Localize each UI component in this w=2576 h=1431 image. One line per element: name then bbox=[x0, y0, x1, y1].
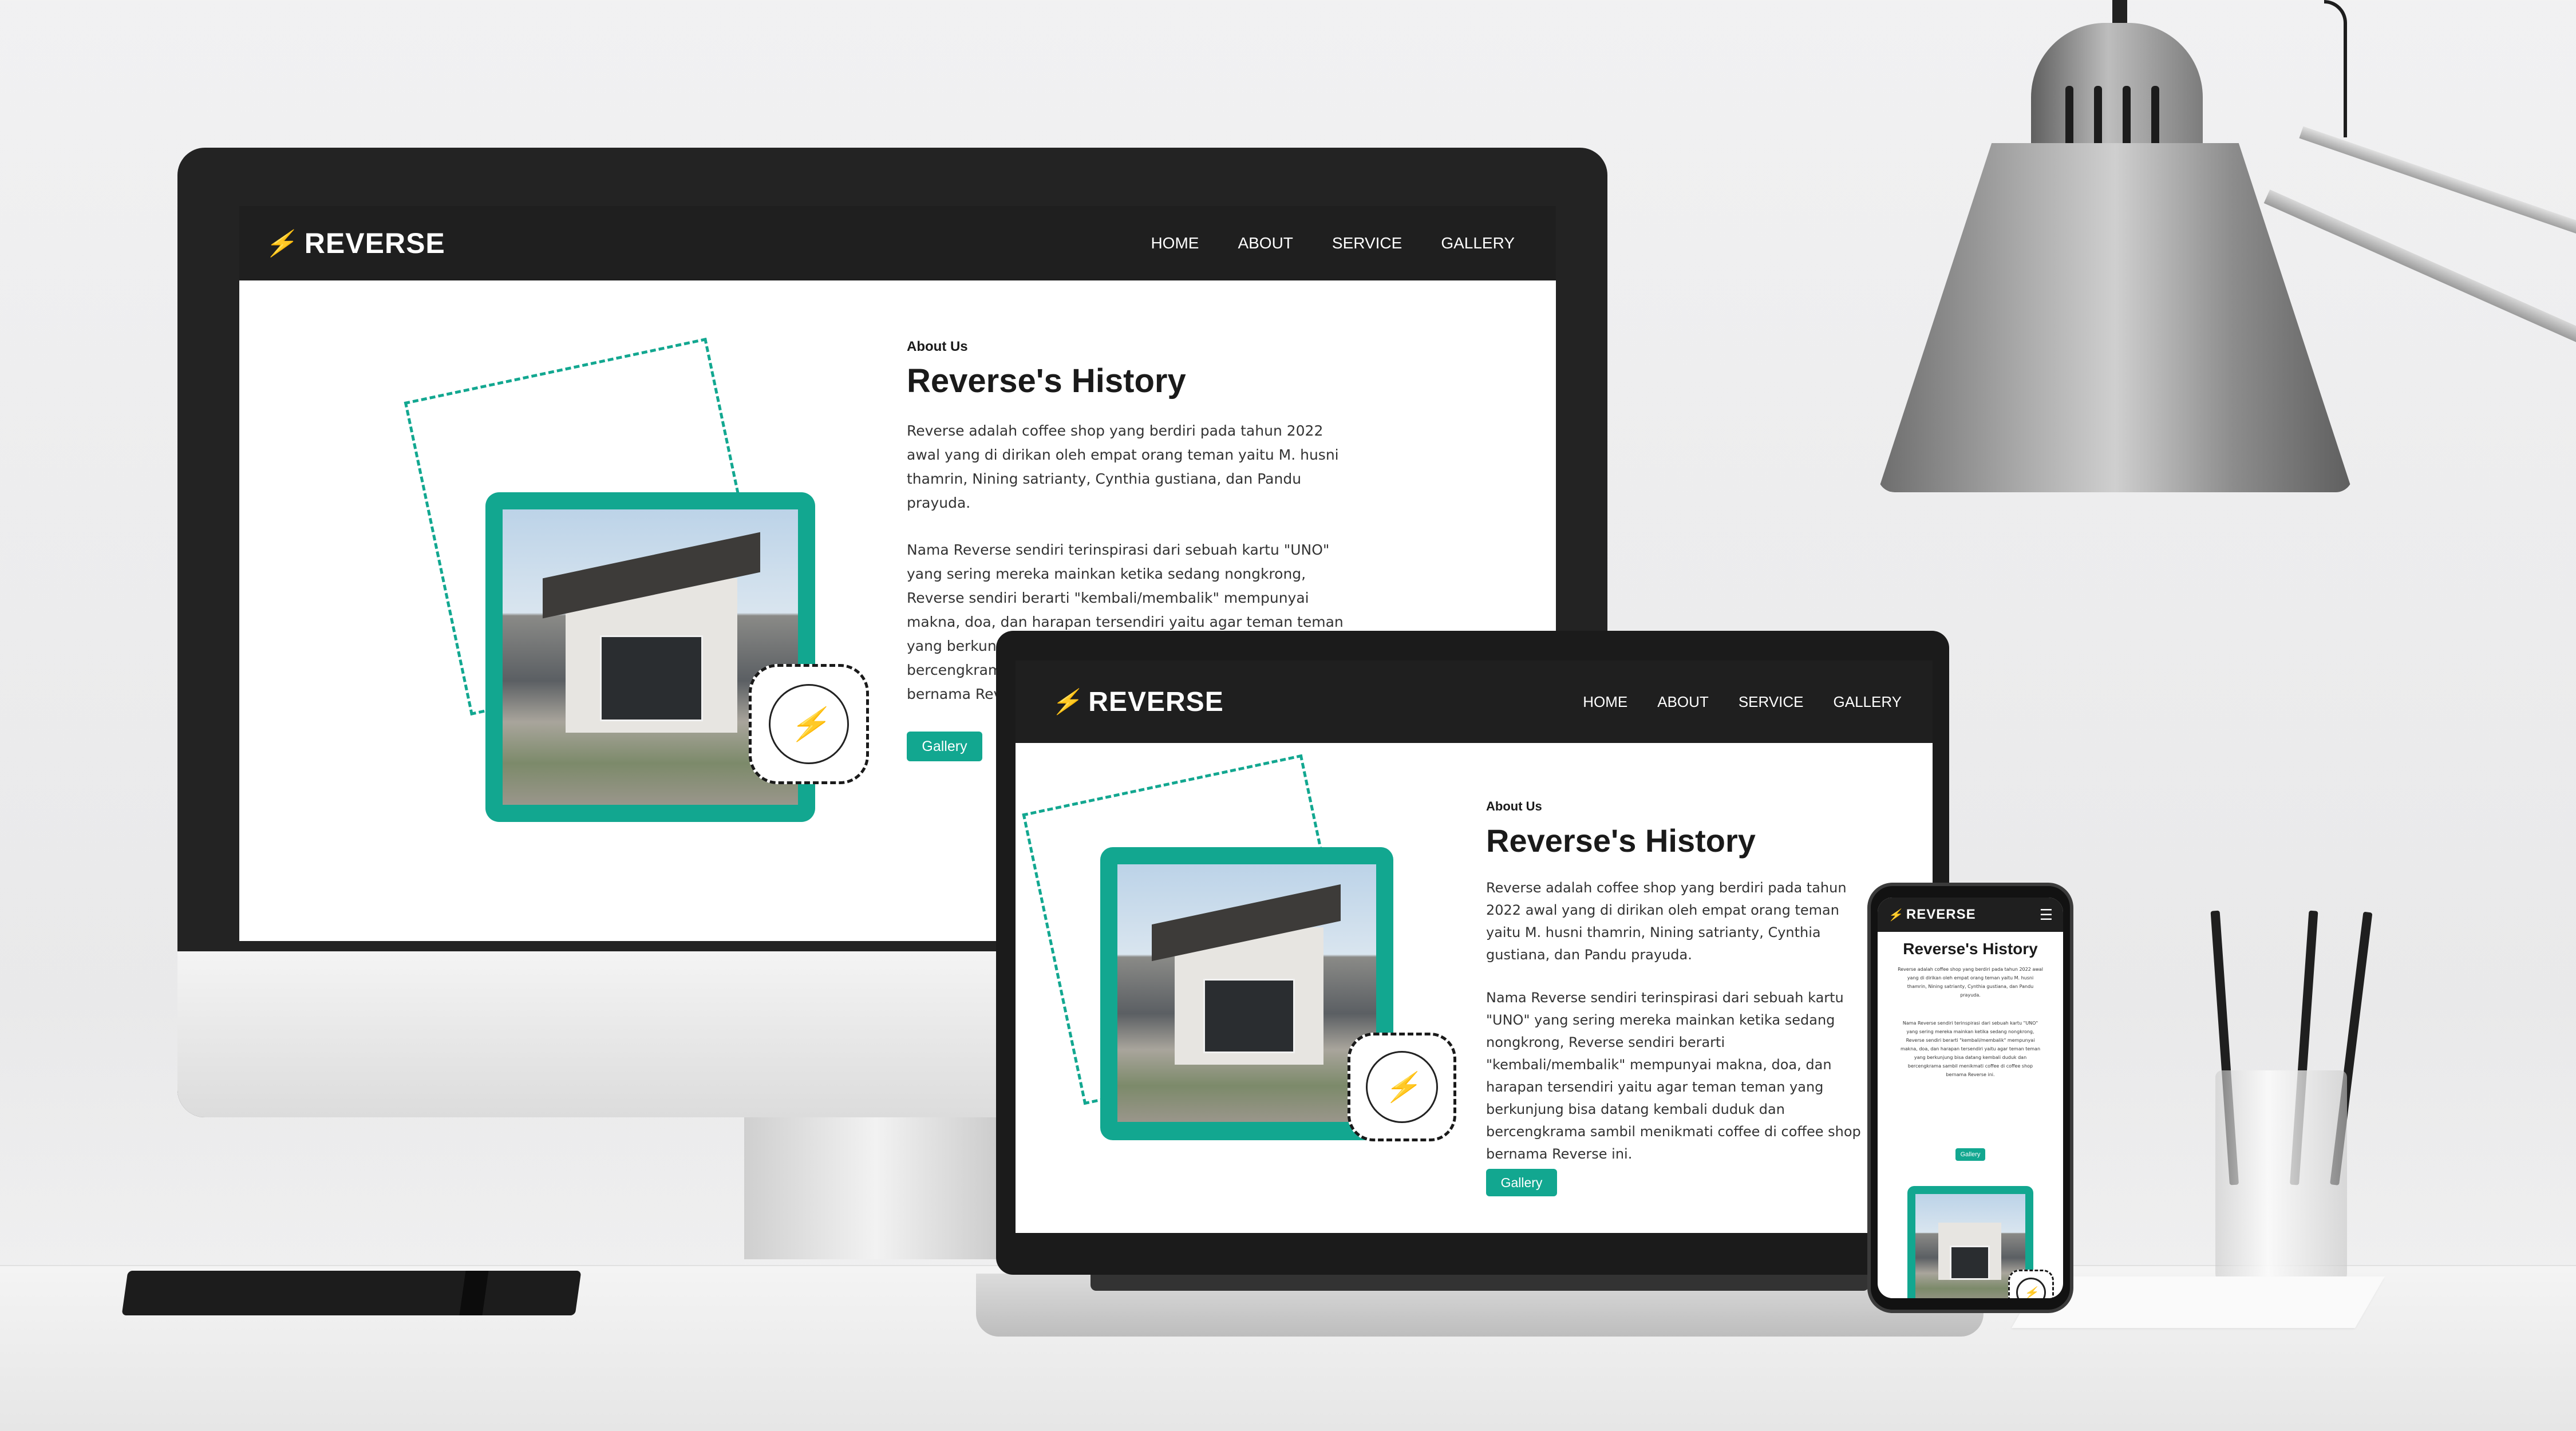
reverse-badge: ⚡ bbox=[1348, 1033, 1456, 1141]
laptop-hinge bbox=[1091, 1274, 1869, 1291]
laptop-website: ⚡ REVERSE HOME ABOUT SERVICE GALLERY ⚡ A… bbox=[1016, 661, 1933, 1233]
history-paragraph-2: Nama Reverse sendiri terinspirasi dari s… bbox=[1486, 990, 1861, 1162]
brand-name: REVERSE bbox=[304, 227, 445, 259]
reverse-badge: ⚡ bbox=[2008, 1270, 2054, 1298]
lamp-cable bbox=[2324, 0, 2347, 137]
history-paragraph-2: Nama Reverse sendiri terinspirasi dari s… bbox=[1900, 1021, 2041, 1077]
badge-logo-icon: ⚡ bbox=[789, 706, 829, 742]
navbar: ⚡ REVERSE HOME ABOUT SERVICE GALLERY bbox=[1016, 661, 1933, 743]
about-photo: ⚡ bbox=[1022, 754, 1456, 1141]
history-paragraph-1: Reverse adalah coffee shop yang berdiri … bbox=[1486, 880, 1847, 963]
building-window bbox=[1203, 979, 1295, 1053]
pencil-glass bbox=[2215, 1070, 2347, 1288]
mobile-website: ⚡ REVERSE ☰ Reverse's History Reverse ad… bbox=[1878, 898, 2063, 1298]
about-photo: ⚡ bbox=[404, 337, 869, 822]
section-title: Reverse's History bbox=[1903, 940, 2038, 958]
nav-about[interactable]: ABOUT bbox=[1657, 693, 1709, 711]
brand-name: REVERSE bbox=[1906, 907, 1976, 922]
logo-icon: ⚡ bbox=[264, 230, 297, 258]
history-paragraph-1: Reverse adalah coffee shop yang berdiri … bbox=[907, 422, 1339, 511]
smartphone: ⚡ REVERSE ☰ Reverse's History Reverse ad… bbox=[1867, 883, 2073, 1313]
laptop-base bbox=[976, 1274, 1984, 1337]
section-title: Reverse's History bbox=[907, 362, 1186, 400]
badge-logo-icon: ⚡ bbox=[2024, 1286, 2038, 1299]
nav-home[interactable]: HOME bbox=[1151, 234, 1199, 252]
brand-name: REVERSE bbox=[1088, 686, 1224, 717]
nav-service[interactable]: SERVICE bbox=[1739, 693, 1804, 711]
building-window bbox=[1950, 1246, 1990, 1280]
about-photo: ⚡ bbox=[1907, 1172, 2054, 1298]
lamp-vent bbox=[2094, 86, 2102, 149]
monitor-stand bbox=[744, 1116, 1008, 1259]
navbar: ⚡ REVERSE ☰ bbox=[1878, 898, 2063, 932]
gallery-button[interactable]: Gallery bbox=[907, 732, 982, 761]
logo-icon: ⚡ bbox=[1888, 908, 1903, 922]
section-eyebrow: About Us bbox=[907, 339, 968, 354]
laptop: ⚡ REVERSE HOME ABOUT SERVICE GALLERY ⚡ A… bbox=[996, 631, 1949, 1275]
lamp-vent bbox=[2123, 86, 2131, 149]
gallery-button[interactable]: Gallery bbox=[1486, 1169, 1557, 1196]
badge-logo-icon: ⚡ bbox=[1384, 1070, 1420, 1103]
lamp-vent bbox=[2065, 86, 2073, 149]
nav-about[interactable]: ABOUT bbox=[1238, 234, 1293, 252]
coffee-shop-image bbox=[1117, 864, 1376, 1122]
nav-service[interactable]: SERVICE bbox=[1332, 234, 1402, 252]
hamburger-menu-icon[interactable]: ☰ bbox=[2040, 906, 2053, 924]
section-title: Reverse's History bbox=[1486, 823, 1756, 859]
nav-menu: HOME ABOUT SERVICE GALLERY bbox=[1583, 693, 1902, 711]
reverse-badge: ⚡ bbox=[749, 664, 869, 784]
section-eyebrow: About Us bbox=[1486, 799, 1542, 813]
nav-menu: HOME ABOUT SERVICE GALLERY bbox=[1151, 234, 1515, 252]
brand-logo[interactable]: ⚡ REVERSE bbox=[264, 227, 445, 260]
notebook-band bbox=[459, 1271, 489, 1315]
notebook bbox=[121, 1271, 582, 1315]
navbar: ⚡ REVERSE HOME ABOUT SERVICE GALLERY bbox=[239, 206, 1556, 280]
nav-gallery[interactable]: GALLERY bbox=[1834, 693, 1902, 711]
history-paragraph-1: Reverse adalah coffee shop yang berdiri … bbox=[1898, 967, 2043, 998]
lamp-vent bbox=[2151, 86, 2159, 149]
nav-gallery[interactable]: GALLERY bbox=[1441, 234, 1515, 252]
building-window bbox=[600, 635, 703, 721]
logo-icon: ⚡ bbox=[1051, 687, 1082, 715]
nav-menu: ☰ bbox=[2040, 906, 2053, 924]
brand-logo[interactable]: ⚡ REVERSE bbox=[1888, 907, 1976, 923]
brand-logo[interactable]: ⚡ REVERSE bbox=[1051, 686, 1224, 718]
gallery-button[interactable]: Gallery bbox=[1955, 1148, 1985, 1161]
nav-home[interactable]: HOME bbox=[1583, 693, 1627, 711]
